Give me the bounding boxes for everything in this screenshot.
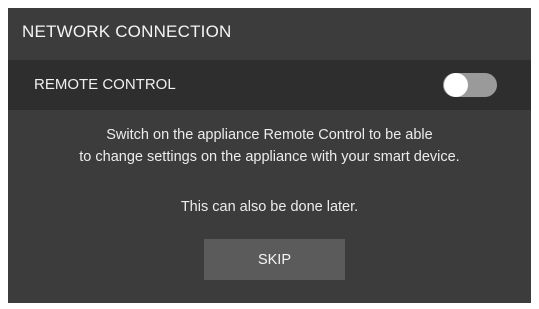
description-line-2: to change settings on the appliance with… xyxy=(79,149,460,165)
remote-control-row: REMOTE CONTROL xyxy=(8,60,531,110)
remote-control-toggle[interactable] xyxy=(443,73,497,97)
skip-button[interactable]: SKIP xyxy=(204,239,345,280)
description-line-1: Switch on the appliance Remote Control t… xyxy=(106,127,433,143)
remote-control-label: REMOTE CONTROL xyxy=(34,76,176,93)
dialog-title: NETWORK CONNECTION xyxy=(22,22,232,41)
network-connection-dialog: NETWORK CONNECTION REMOTE CONTROL Switch… xyxy=(8,8,531,303)
later-note: This can also be done later. xyxy=(180,199,359,215)
toggle-knob xyxy=(444,73,468,97)
